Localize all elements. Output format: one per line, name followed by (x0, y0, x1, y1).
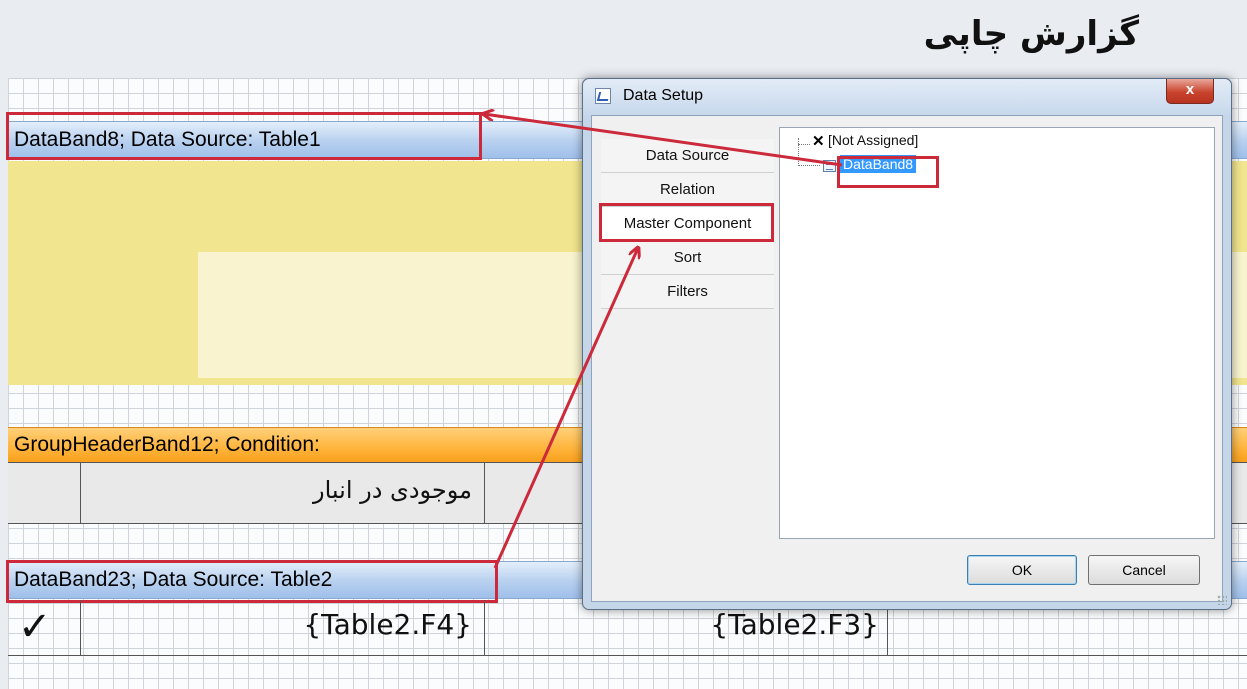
arrow-to-master-component (493, 248, 638, 569)
annotation-arrows (0, 0, 843, 569)
arrow-to-databand8 (484, 114, 843, 167)
